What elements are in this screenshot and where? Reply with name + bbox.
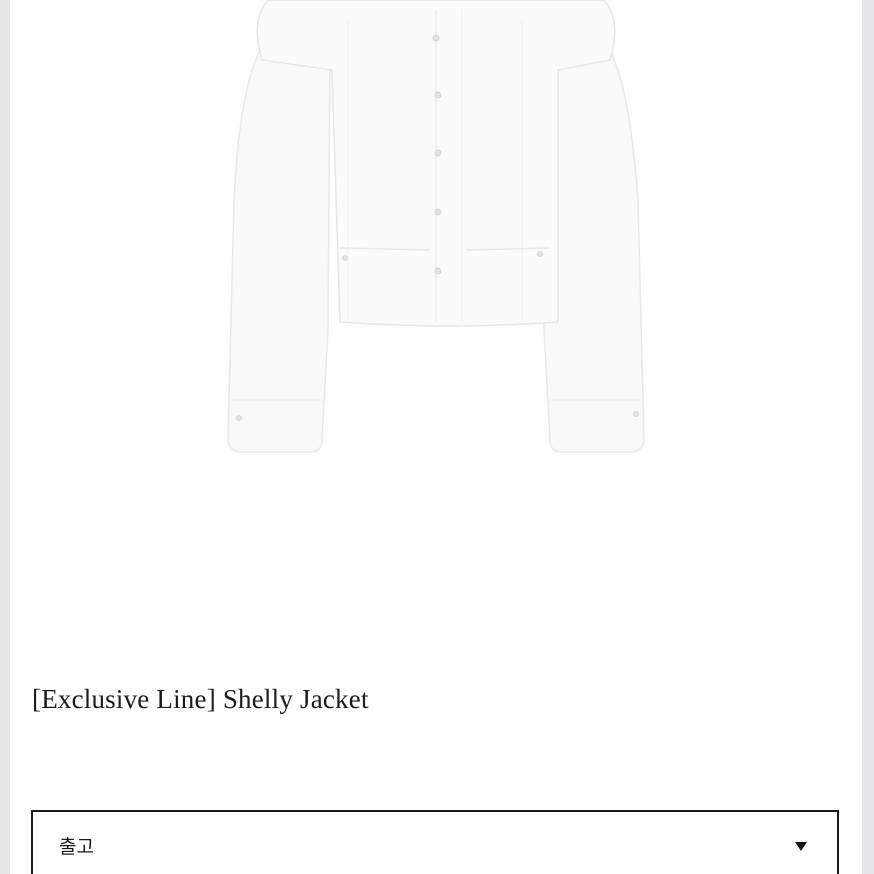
- product-card: [Exclusive Line] Shelly Jacket 출고: [10, 0, 862, 874]
- chevron-down-icon: [795, 842, 807, 851]
- option-select[interactable]: 출고: [31, 810, 839, 874]
- product-image: [227, 0, 645, 453]
- product-title: [Exclusive Line] Shelly Jacket: [32, 684, 369, 714]
- option-selected-value: 출고: [59, 836, 94, 858]
